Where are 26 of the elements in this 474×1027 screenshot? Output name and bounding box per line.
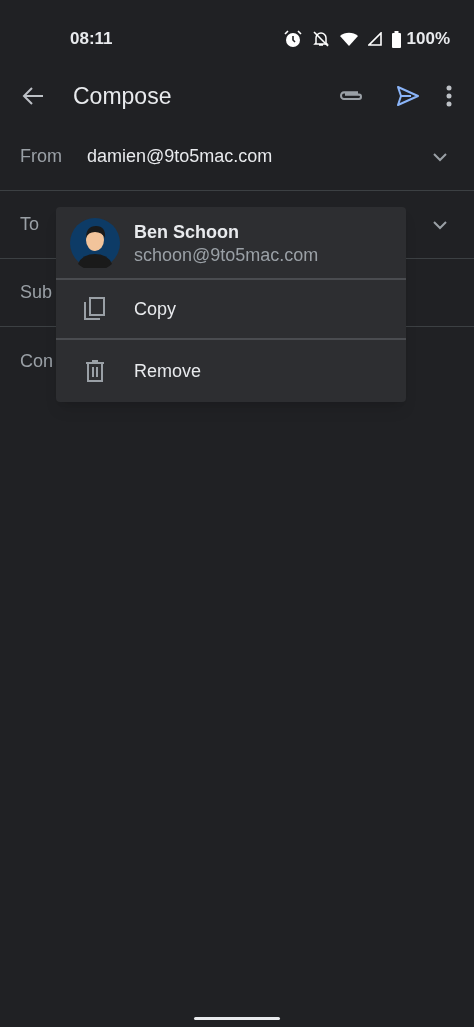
more-icon[interactable] <box>446 85 452 107</box>
copy-icon <box>84 297 106 321</box>
field-value[interactable]: damien@9to5mac.com <box>87 143 432 170</box>
battery-icon <box>391 30 401 48</box>
chevron-down-icon[interactable] <box>432 151 448 162</box>
field-label: Sub <box>20 281 54 304</box>
field-label: To <box>20 213 40 236</box>
field-label: From <box>20 145 63 168</box>
back-arrow-icon[interactable] <box>22 87 44 105</box>
screen-title: Compose <box>73 81 173 111</box>
alarm-icon <box>283 30 302 48</box>
trash-icon <box>85 360 105 382</box>
contact-name: Ben Schoon <box>134 220 240 244</box>
avatar-icon <box>70 217 120 268</box>
wifi-icon <box>339 32 358 46</box>
field-label: Con <box>20 349 55 373</box>
paperclip-icon[interactable] <box>338 89 364 103</box>
signal-icon <box>367 32 382 46</box>
chevron-down-icon[interactable] <box>432 219 448 230</box>
status-time: 08:11 <box>70 28 113 51</box>
send-icon[interactable] <box>396 85 420 107</box>
menu-item[interactable]: Copy <box>56 280 406 340</box>
battery-level: 100% <box>406 28 450 51</box>
menu-item[interactable]: Remove <box>56 340 406 402</box>
muted-bell-icon <box>311 30 330 48</box>
contact-email: schoon@9to5mac.com <box>134 243 319 266</box>
